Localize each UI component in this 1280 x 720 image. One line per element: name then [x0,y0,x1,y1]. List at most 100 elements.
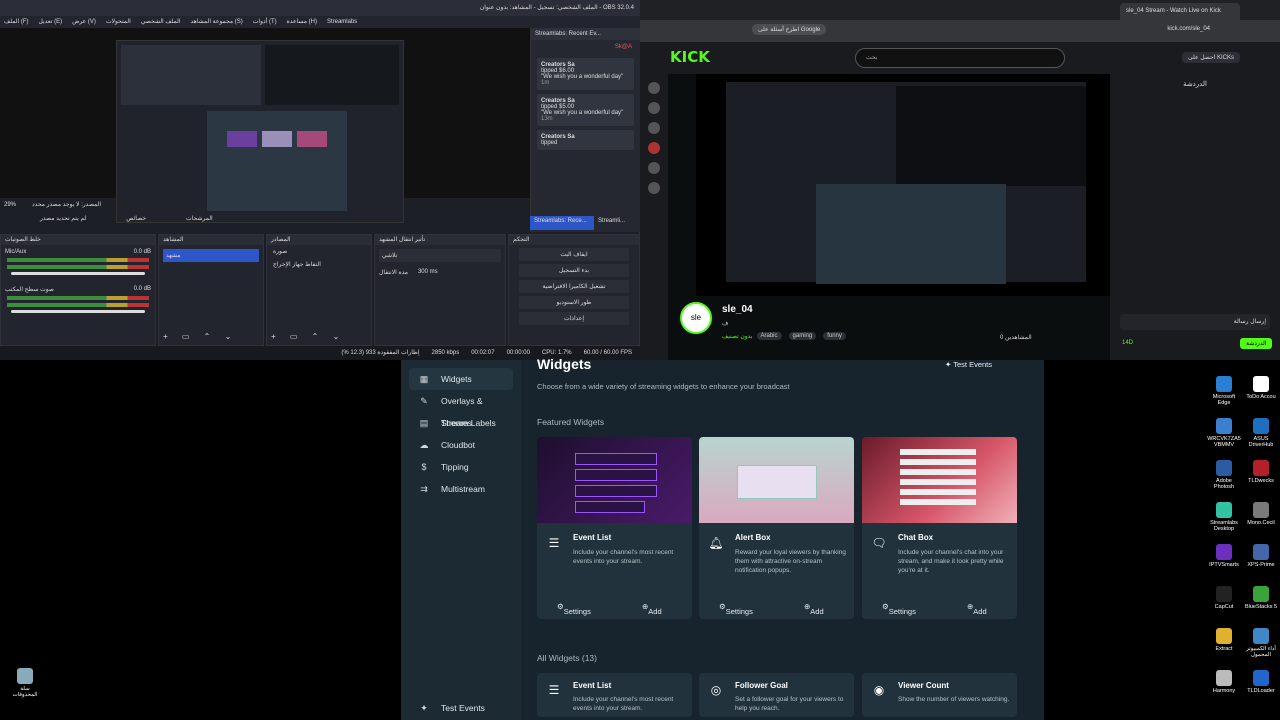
menu-tools[interactable]: أدوات (T) [253,16,277,28]
url-text[interactable]: kick.com/sle_04 [1167,26,1210,32]
preview-capture [116,40,404,223]
dock-tab-other[interactable]: Streamli... [594,216,634,230]
sidebar-item-widgets[interactable]: ▦ Widgets [409,368,513,390]
desktop-icon-label: Streamlabs Desktop [1210,520,1238,532]
panel-title: المشاهد [159,235,263,245]
desktop-icon[interactable]: XPS-Prime [1244,544,1278,568]
settings-button[interactable]: إعدادات [519,312,629,325]
desktop-icon[interactable]: Harmony [1207,670,1241,694]
tag[interactable]: Arabic [756,332,782,340]
sidebar-test-events[interactable]: ✦ Test Events [409,697,513,719]
recycle-bin[interactable]: سلة المحذوفات [8,668,42,698]
widget-card-chat-box[interactable]: 🗨︎ Chat Box Include your channel's chat … [862,437,1017,619]
desktop-icon-label: XPS-Prime [1247,562,1275,568]
menu-edit[interactable]: تعديل (E) [39,16,63,28]
widget-card-event-list[interactable]: ☰ Event List Include your channel's most… [537,437,692,619]
widget-card-viewer-count[interactable]: ◉ Viewer Count Show the number of viewer… [862,673,1017,717]
home-icon[interactable] [648,82,660,94]
sidebar-item-multistream[interactable]: ⇉ Multistream [409,478,513,500]
transition-select[interactable]: تلاشي [379,249,501,262]
desktop-icon[interactable]: Mono.Cecil [1244,502,1278,526]
menu-view[interactable]: عرض (V) [72,16,96,28]
avatar[interactable] [648,142,660,154]
desktop-icon[interactable]: أداء الكمبيوتر المحمول [1244,628,1278,658]
program-button[interactable]: لم يتم تحديد مصدر [40,215,86,222]
source-item[interactable]: صورة [267,245,371,258]
add-button[interactable]: ⊕ Add [642,602,662,616]
sidebar-item-tipping[interactable]: $ Tipping [409,456,513,478]
page-title: Widgets [537,356,592,372]
app-icon [1216,628,1232,644]
sidebar-item-stream-labels[interactable]: ▤ Stream Labels [409,412,513,434]
menu-scene-collection[interactable]: مجموعة المشاهد (S) [191,16,243,28]
track-db: 0.0 dB [133,286,151,292]
source-toolbar[interactable]: + ▭ ⌃ ⌄ [271,332,345,341]
tab-kick[interactable]: sle_04 Stream - Watch Live on Kick [1120,3,1240,20]
desktop-icon[interactable]: TLDwecks [1244,460,1278,484]
zoom-level[interactable]: 29% [4,200,16,210]
desktop-icon[interactable]: ASUS DriverHub [1244,418,1278,448]
page-subtitle: Choose from a wide variety of streaming … [537,382,790,391]
stream-video[interactable] [696,74,1110,296]
scene-toolbar[interactable]: + ▭ ⌃ ⌄ [163,332,237,341]
bookmark-google[interactable]: اطرح أسئلة على Google [752,24,827,35]
desktop-icon[interactable]: ToDo Accou [1244,376,1278,400]
desktop-icon[interactable]: Streamlabs Desktop [1207,502,1241,532]
studio-mode-button[interactable]: طور الاستوديو [519,296,629,309]
get-kicks-button[interactable]: احصل على KICKs [1181,52,1240,63]
volume-slider[interactable] [11,272,145,275]
channel-category[interactable]: بدون تصنيف [722,333,753,340]
tip-icon: $ [421,462,427,472]
sidebar-item-overlays[interactable]: ✎ Overlays & Themes [409,390,513,428]
filters-button[interactable]: المرشحات [186,215,213,222]
following-icon[interactable] [648,122,660,134]
start-recording-button[interactable]: بدء التسجيل [519,264,629,277]
settings-button[interactable]: ⚙ Settings [557,602,591,616]
settings-button[interactable]: ⚙ Settings [882,602,916,616]
menu-docks[interactable]: المتحولات [106,16,131,28]
tag[interactable]: gaming [788,332,817,340]
track-name: Mic/Aux [5,249,27,255]
chat-input[interactable]: إرسال رسالة [1120,314,1270,330]
menu-streamlabs[interactable]: Streamlabs [327,16,357,28]
tag[interactable]: funny [823,332,846,340]
obs-preview[interactable] [0,28,530,223]
avatar[interactable] [648,182,660,194]
menu-help[interactable]: مساعدة (H) [287,16,317,28]
desktop-icon[interactable]: Microsoft Edge [1207,376,1241,406]
search-input[interactable]: بحث [855,48,1065,68]
widget-card-follower-goal[interactable]: ◎ Follower Goal Set a follower goal for … [699,673,854,717]
desktop-icon[interactable]: CapCut [1207,586,1241,610]
widget-card-event-list[interactable]: ☰ Event List Include your channel's most… [537,673,692,717]
add-button[interactable]: ⊕ Add [804,602,824,616]
channel-name[interactable]: sle_04 [722,304,753,315]
settings-button[interactable]: ⚙ Settings [719,602,753,616]
test-events-button[interactable]: ✦ Test Events [945,360,992,369]
desktop-icon[interactable]: WRCVK7ZA5 VBMMV [1207,418,1241,448]
desktop-icon[interactable]: Adobe Photosh [1207,460,1241,490]
chat-send-button[interactable]: الدردشة [1240,338,1273,349]
menu-file[interactable]: الملف (F) [4,16,29,28]
channel-avatar[interactable]: sle [680,302,712,334]
sidebar-item-cloudbot[interactable]: ☁ Cloudbot [409,434,513,456]
kick-logo[interactable]: KICK [670,48,710,66]
desktop-icon[interactable]: TLDLoader [1244,670,1278,694]
add-button[interactable]: ⊕ Add [967,602,987,616]
widget-card-alert-box[interactable]: 🔔︎ Alert Box Reward your loyal viewers b… [699,437,854,619]
desktop-icon[interactable]: Extract [1207,628,1241,652]
virtual-camera-button[interactable]: تشغيل الكاميرا الافتراضية [519,280,629,293]
desktop-icon[interactable]: IPTVSmarts [1207,544,1241,568]
browse-icon[interactable] [648,102,660,114]
menu-profile[interactable]: الملف الشخصي [141,16,181,28]
duration-value[interactable]: 300 ms [418,269,438,276]
stop-stream-button[interactable]: ايقاف البث [519,248,629,261]
brush-icon: ✎ [420,396,428,406]
volume-slider[interactable] [11,310,145,313]
scene-item[interactable]: مشهد [163,249,259,262]
desktop-icon[interactable]: BlueStacks 5 [1244,586,1278,610]
dock-tab-recent[interactable]: Streamlabs: Rece... [530,216,594,230]
stream-time: 00:02:07 [471,350,495,356]
properties-button[interactable]: خصائص [126,215,146,222]
source-item[interactable]: التقاط جهاز الإخراج [267,258,371,271]
avatar[interactable] [648,162,660,174]
